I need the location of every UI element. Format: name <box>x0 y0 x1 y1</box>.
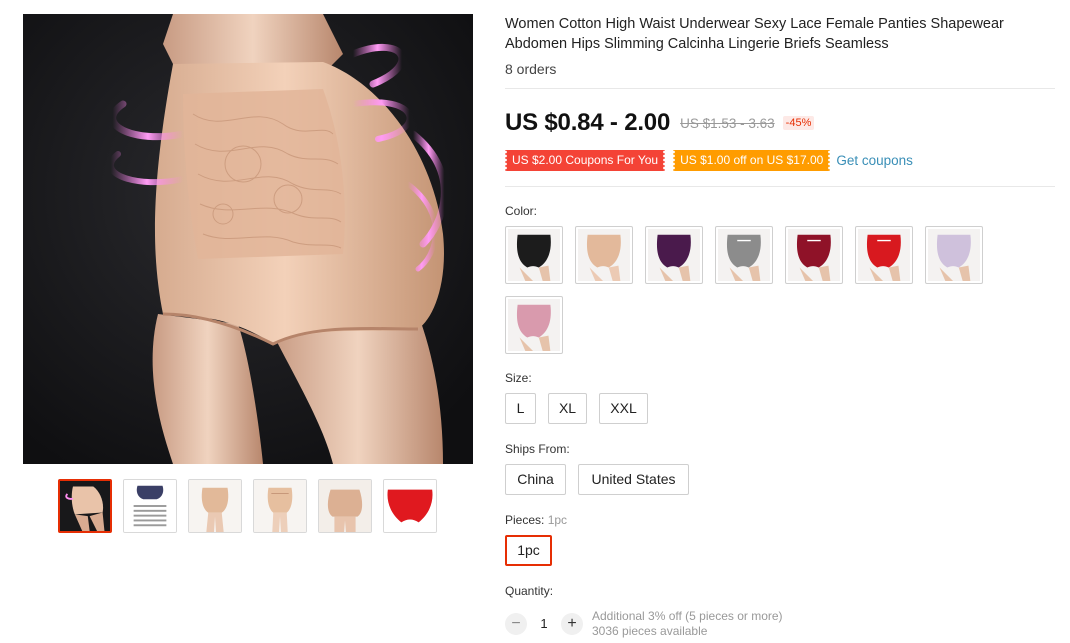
pieces-label: Pieces: 1pc <box>505 513 567 527</box>
divider <box>505 186 1055 187</box>
color-swatch-gray[interactable] <box>715 226 773 284</box>
select-coupon-badge[interactable]: US $1.00 off on US $17.00 <box>672 150 832 171</box>
get-coupons-link[interactable]: Get coupons <box>836 153 913 168</box>
ships-from-china[interactable]: China <box>505 464 566 495</box>
pieces-label-text: Pieces: <box>505 513 545 527</box>
size-option-xl[interactable]: XL <box>548 393 587 424</box>
coupon-row: US $2.00 Coupons For You US $1.00 off on… <box>503 150 913 171</box>
quantity-increase-button[interactable]: + <box>561 613 583 635</box>
stock-available-note: 3036 pieces available <box>592 624 708 638</box>
size-option-l[interactable]: L <box>505 393 536 424</box>
red-briefs-icon <box>858 229 910 281</box>
thumbnail-1[interactable] <box>58 479 112 533</box>
thumbnail-6[interactable] <box>383 479 437 533</box>
original-price: US $1.53 - 3.63 <box>680 115 775 131</box>
ships-from-united-states[interactable]: United States <box>578 464 689 495</box>
divider <box>505 88 1055 89</box>
nude-briefs-icon <box>578 229 630 281</box>
pieces-option-1pc[interactable]: 1pc <box>505 535 552 566</box>
discount-badge: -45% <box>782 116 815 130</box>
red-briefs-thumb-icon <box>384 480 436 532</box>
color-swatch-black[interactable] <box>505 226 563 284</box>
price-row: US $0.84 - 2.00 US $1.53 - 3.63 -45% <box>505 108 815 138</box>
color-swatch-purple[interactable] <box>645 226 703 284</box>
order-count: 8 orders <box>505 61 557 77</box>
color-swatch-wine[interactable] <box>785 226 843 284</box>
shapewear-nude-thumb-icon <box>60 481 110 531</box>
shapewear-front-thumb-icon <box>254 480 306 532</box>
color-swatch-red[interactable] <box>855 226 913 284</box>
gray-briefs-icon <box>718 229 770 281</box>
quantity-label: Quantity: <box>505 584 554 598</box>
thumbnail-2[interactable] <box>123 479 177 533</box>
bulk-discount-note: Additional 3% off (5 pieces or more) <box>592 609 783 623</box>
product-title: Women Cotton High Waist Underwear Sexy L… <box>505 16 1004 52</box>
color-swatch-pink[interactable] <box>505 296 563 354</box>
shapewear-back-thumb-icon <box>319 480 371 532</box>
store-coupon-badge[interactable]: US $2.00 Coupons For You <box>503 150 667 171</box>
quantity-value[interactable]: 1 <box>534 616 554 631</box>
quantity-decrease-button[interactable]: − <box>505 613 527 635</box>
color-swatch-lavender[interactable] <box>925 226 983 284</box>
black-briefs-icon <box>508 229 560 281</box>
pieces-selected-value: 1pc <box>547 513 568 527</box>
size-label: Size: <box>505 371 532 385</box>
purple-briefs-icon <box>648 229 700 281</box>
pink-briefs-icon <box>508 299 560 351</box>
size-chart-thumb-icon <box>124 480 176 532</box>
color-swatch-nude[interactable] <box>575 226 633 284</box>
ships-from-label: Ships From: <box>505 442 570 456</box>
shapewear-front-thumb-icon <box>189 480 241 532</box>
color-label: Color: <box>505 204 538 218</box>
thumbnail-3[interactable] <box>188 479 242 533</box>
main-product-image[interactable] <box>23 14 473 464</box>
product-photo <box>23 14 473 464</box>
size-option-xxl[interactable]: XXL <box>599 393 648 424</box>
lavender-briefs-icon <box>928 229 980 281</box>
thumbnail-5[interactable] <box>318 479 372 533</box>
wine-briefs-icon <box>788 229 840 281</box>
current-price: US $0.84 - 2.00 <box>505 109 671 136</box>
thumbnail-4[interactable] <box>253 479 307 533</box>
